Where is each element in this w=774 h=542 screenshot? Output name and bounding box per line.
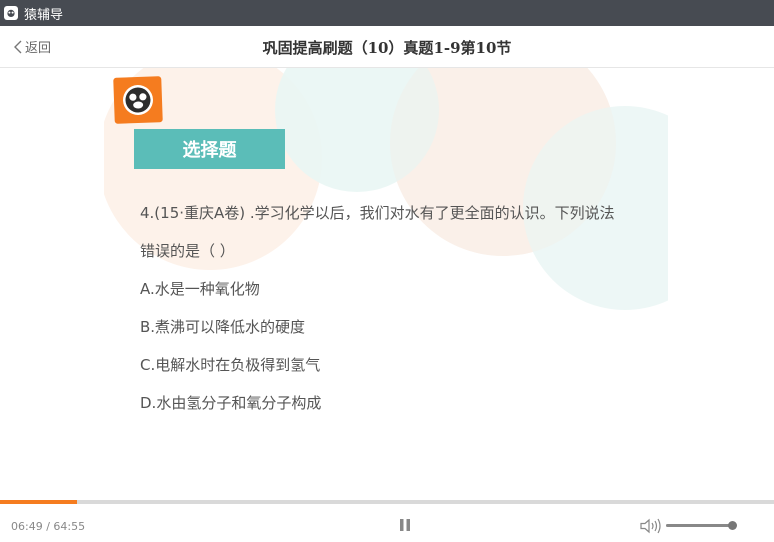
- page-title: 巩固提高刷题（10）真题1-9第10节: [262, 39, 512, 57]
- app-window: 猿辅导 返回 巩固提高刷题（10）真题1-9第10节 选择题 4.(15·重庆A…: [0, 0, 774, 542]
- option-c: C.电解水时在负极得到氢气: [140, 356, 321, 374]
- volume-level-fill: [666, 524, 732, 527]
- app-title: 猿辅导: [24, 7, 64, 23]
- option-d: D.水由氢分子和氧分子构成: [140, 394, 322, 412]
- lesson-header: 返回 巩固提高刷题（10）真题1-9第10节: [0, 26, 774, 68]
- volume-slider-handle[interactable]: [727, 521, 737, 530]
- pause-icon[interactable]: [399, 518, 411, 532]
- title-bar: 猿辅导: [0, 0, 774, 26]
- playback-time: 06:49 / 64:55: [11, 520, 86, 533]
- question-text-line-2: 错误的是（ ）: [140, 242, 235, 260]
- question-block: 4.(15·重庆A卷) .学习化学以后，我们对水有了更全面的认识。下列说法 错误…: [140, 194, 660, 422]
- question-type-tag: 选择题: [134, 129, 285, 169]
- player-controls: 06:49 / 64:55: [0, 504, 774, 542]
- option-b: B.煮沸可以降低水的硬度: [140, 318, 306, 336]
- option-a: A.水是一种氧化物: [140, 280, 260, 298]
- monkey-logo-icon: [4, 6, 18, 20]
- monkey-face-icon: [123, 85, 153, 115]
- speaker-icon[interactable]: [640, 518, 662, 534]
- question-text-line-1: 4.(15·重庆A卷) .学习化学以后，我们对水有了更全面的认识。下列说法: [140, 204, 615, 222]
- lesson-slide: 选择题 4.(15·重庆A卷) .学习化学以后，我们对水有了更全面的认识。下列说…: [0, 68, 774, 500]
- volume-slider[interactable]: [666, 521, 737, 530]
- logo-badge: [113, 76, 163, 124]
